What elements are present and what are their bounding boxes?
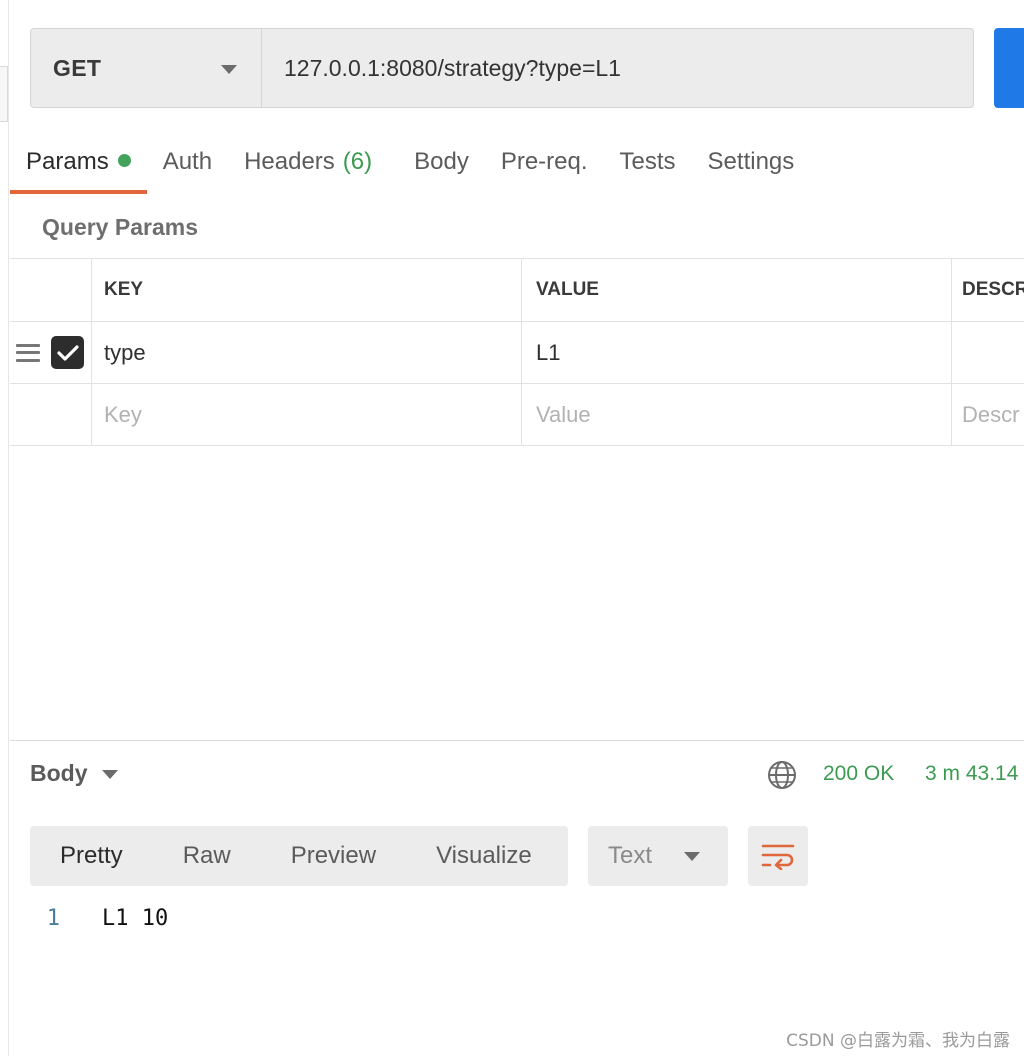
view-tab-raw[interactable]: Raw <box>183 842 231 870</box>
tab-pre-request[interactable]: Pre-req. <box>485 140 604 194</box>
response-status[interactable]: 200 OK <box>823 762 894 786</box>
table-header-row: KEY VALUE DESCR <box>10 259 1024 322</box>
left-gutter <box>0 0 9 1056</box>
column-header-value: VALUE <box>522 259 952 321</box>
new-key-input[interactable]: Key <box>92 384 522 445</box>
tab-settings[interactable]: Settings <box>692 140 811 194</box>
tab-label: Settings <box>707 148 795 175</box>
sidebar-collapse-handle[interactable] <box>0 66 8 122</box>
response-divider[interactable] <box>10 740 1024 741</box>
param-key-cell[interactable]: type <box>92 322 522 383</box>
view-tab-visualize[interactable]: Visualize <box>436 842 532 870</box>
tab-auth[interactable]: Auth <box>147 140 228 194</box>
row-controls <box>10 322 92 383</box>
response-section-dropdown[interactable]: Body <box>30 760 118 787</box>
wrap-lines-button[interactable] <box>748 826 808 886</box>
request-url-bar: GET <box>30 28 974 108</box>
request-tabs: Params Auth Headers (6) Body Pre-req. Tes… <box>10 140 810 196</box>
method-dropdown[interactable]: GET <box>31 29 262 107</box>
format-label: Text <box>608 842 653 869</box>
tab-label: Headers <box>244 148 335 175</box>
tab-label: Params <box>26 148 109 175</box>
response-code[interactable]: 1 L1 10 <box>30 906 168 931</box>
checkmark-icon <box>56 344 79 361</box>
drag-handle-icon[interactable] <box>16 343 40 362</box>
column-header-key: KEY <box>92 259 522 321</box>
response-time[interactable]: 3 m 43.14 <box>925 762 1018 786</box>
param-value-cell[interactable]: L1 <box>522 322 952 383</box>
method-label: GET <box>53 54 102 81</box>
tab-tests[interactable]: Tests <box>604 140 692 194</box>
header-handle-cell <box>10 259 92 321</box>
param-enabled-checkbox[interactable] <box>51 336 84 369</box>
response-format-select[interactable]: Text <box>588 826 728 886</box>
chevron-down-icon <box>221 65 237 74</box>
param-description-cell[interactable] <box>952 322 1024 383</box>
query-params-table: KEY VALUE DESCR type L1 Key Value Descr <box>10 258 1024 446</box>
tab-label: Body <box>414 148 469 175</box>
watermark: CSDN @白露为霜、我为白露 <box>786 1031 1010 1051</box>
row-controls-empty <box>10 384 92 445</box>
send-button[interactable] <box>994 28 1024 108</box>
params-active-dot-icon <box>117 154 131 167</box>
chevron-down-icon <box>684 852 700 861</box>
headers-count: (6) <box>342 148 373 175</box>
line-number: 1 <box>46 906 60 931</box>
globe-icon[interactable] <box>766 759 798 791</box>
tab-headers[interactable]: Headers (6) <box>228 140 398 194</box>
view-tab-pretty[interactable]: Pretty <box>60 842 123 870</box>
column-header-description: DESCR <box>962 279 1024 300</box>
chevron-down-icon <box>101 770 118 779</box>
view-tab-preview[interactable]: Preview <box>291 842 376 870</box>
wrap-lines-icon <box>761 844 795 870</box>
tab-params[interactable]: Params <box>10 140 147 194</box>
response-view-tabs: Pretty Raw Preview Visualize <box>30 826 568 886</box>
tab-body[interactable]: Body <box>398 140 485 194</box>
table-row-new: Key Value Descr <box>10 384 1024 446</box>
new-description-input[interactable]: Descr <box>952 384 1024 445</box>
tab-label: Tests <box>619 148 676 175</box>
new-value-input[interactable]: Value <box>522 384 952 445</box>
table-row: type L1 <box>10 322 1024 384</box>
url-input[interactable] <box>262 29 973 107</box>
tab-label: Pre-req. <box>500 148 588 175</box>
response-section-label: Body <box>30 760 88 786</box>
query-params-title: Query Params <box>42 214 198 240</box>
tab-label: Auth <box>162 148 213 175</box>
code-line: L1 10 <box>102 906 169 931</box>
